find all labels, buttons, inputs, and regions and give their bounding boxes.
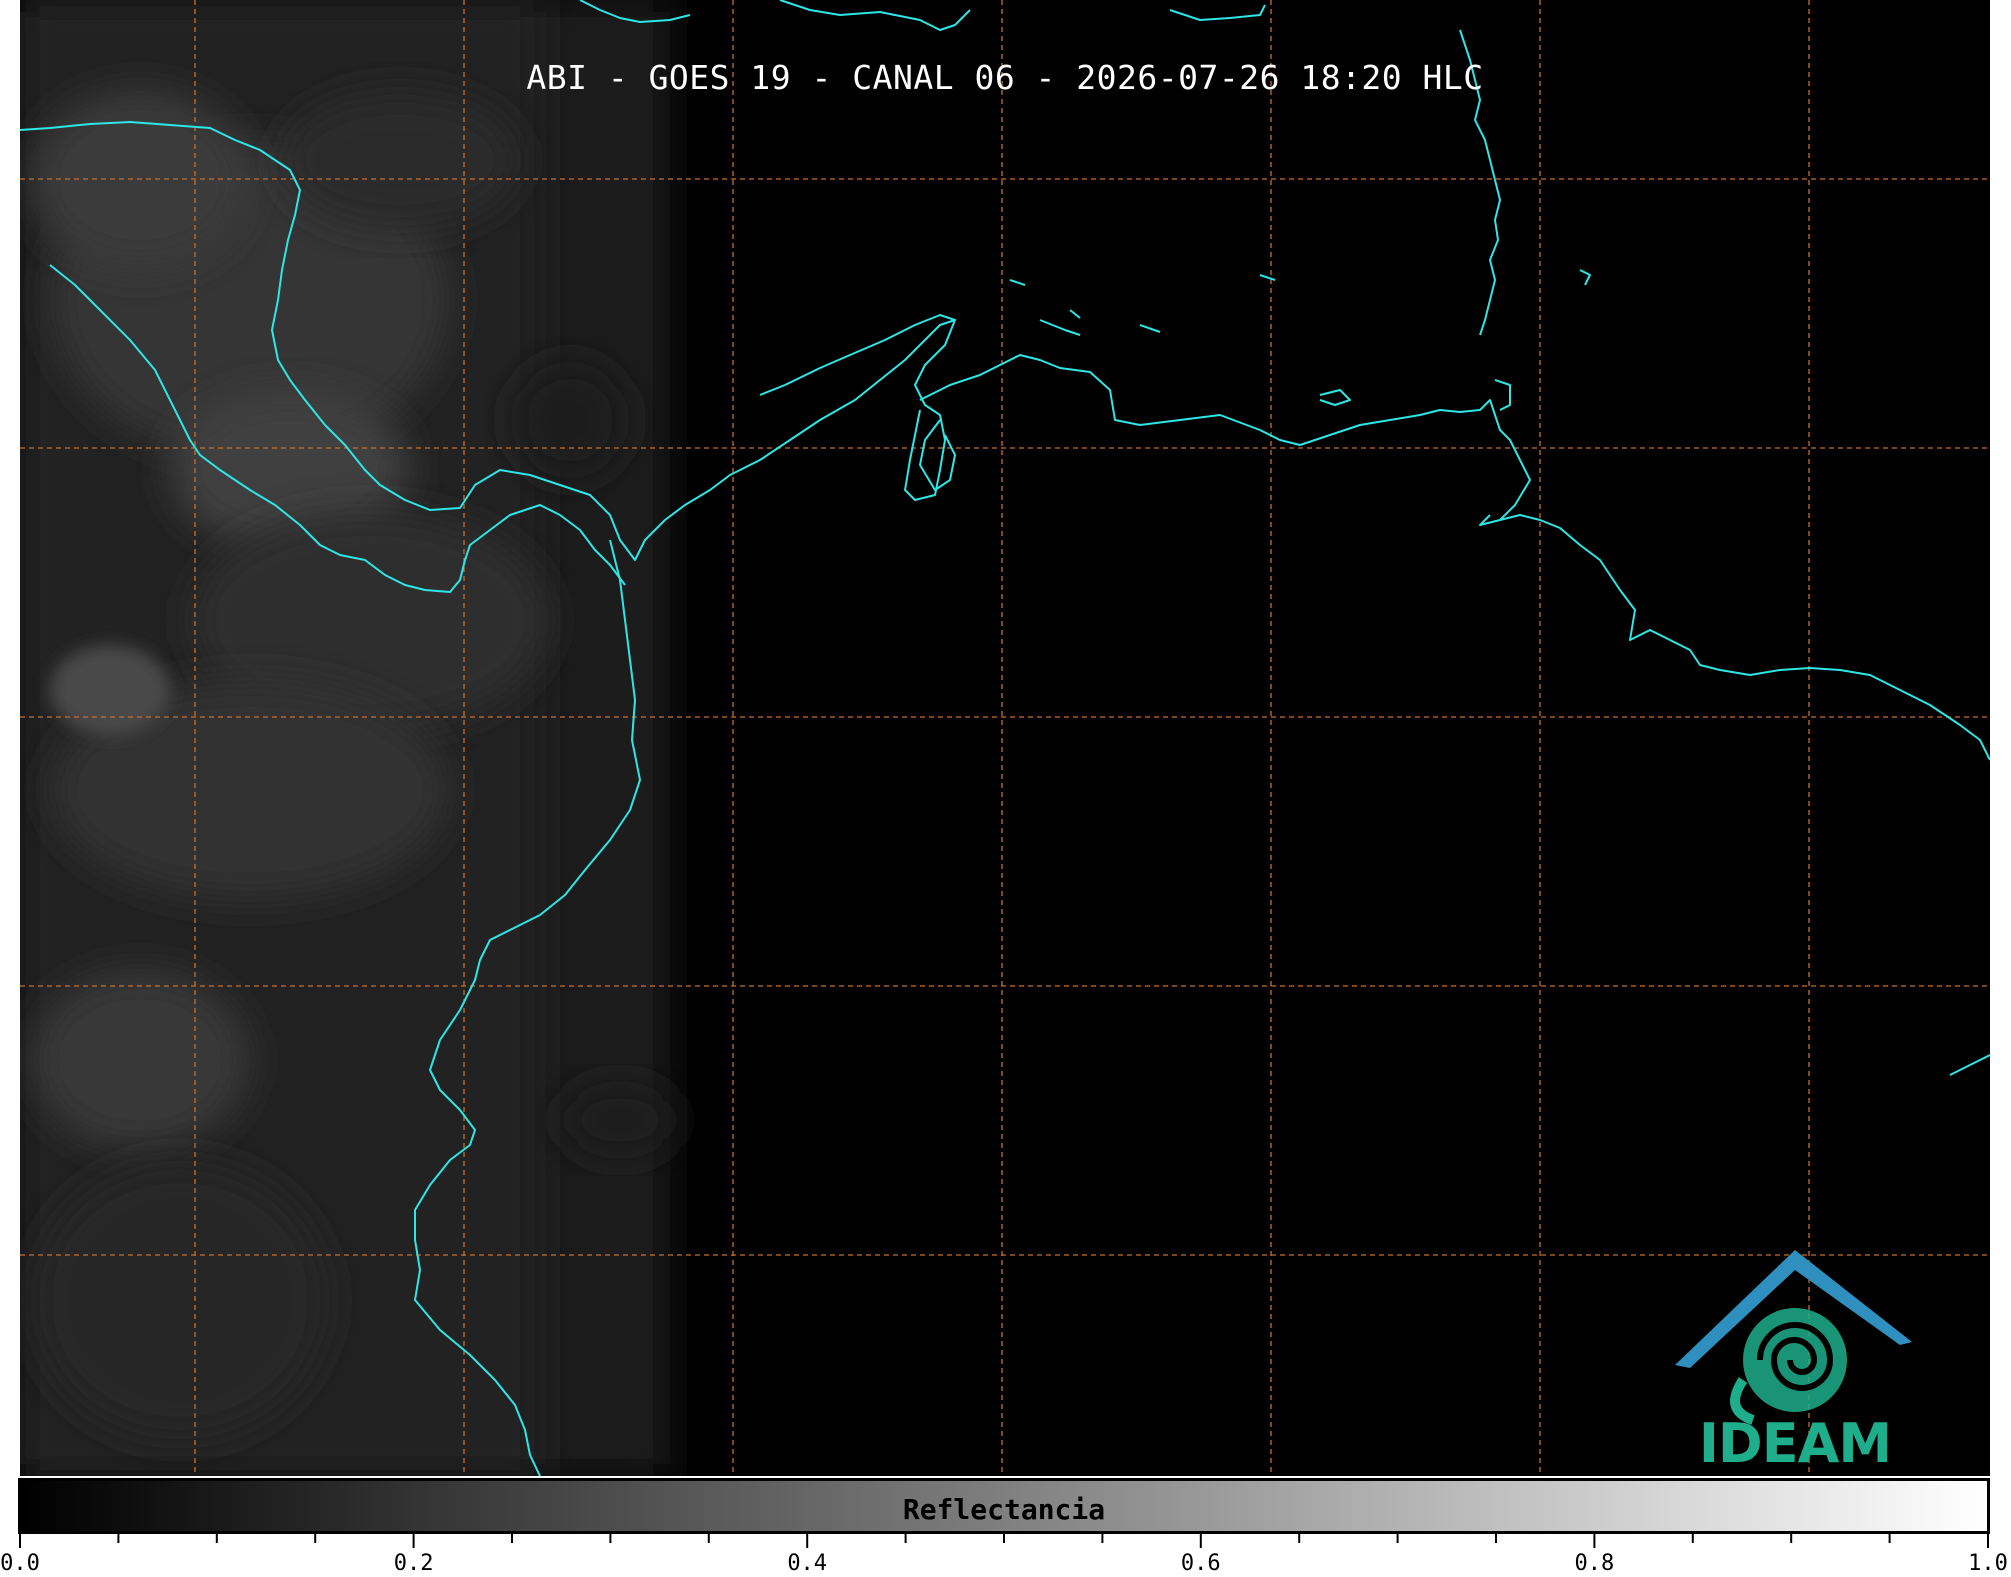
coastline-brazil-north [1949, 1054, 1990, 1076]
colorbar-tick-label: 0.4 [787, 1551, 828, 1576]
colorbar-tick-label: 1.0 [1968, 1551, 2008, 1576]
coastline-colombia-caribbean [759, 314, 956, 501]
coastline-margarita [1319, 389, 1351, 406]
coastline-jamaica [1579, 269, 1591, 286]
colorbar-tick-label: 0.0 [0, 1551, 40, 1576]
colorbar-tick-label: 0.8 [1574, 1551, 1615, 1576]
colorbar-tick-label: 0.6 [1180, 1551, 1221, 1576]
colorbar-tick-label: 0.2 [393, 1551, 434, 1576]
coastline-venezuela-north [919, 354, 1531, 526]
coastline-abc-islands [1039, 309, 1161, 336]
coastline-trinidad [1494, 379, 1511, 411]
colorbar: Reflectancia [18, 1478, 1990, 1534]
coastline-guianas [1499, 514, 1990, 761]
coastline-cayman [1009, 274, 1276, 286]
satellite-map-panel: ABI - GOES 19 - CANAL 06 - 2026-07-26 18… [20, 0, 1990, 1476]
coastline-hispaniola [779, 0, 971, 31]
coastline-puerto-rico [1169, 4, 1266, 21]
map-title: ABI - GOES 19 - CANAL 06 - 2026-07-26 18… [526, 58, 1484, 97]
ideam-logo-text: IDEAM [1698, 1412, 1892, 1475]
colorbar-label: Reflectancia [902, 1493, 1106, 1526]
